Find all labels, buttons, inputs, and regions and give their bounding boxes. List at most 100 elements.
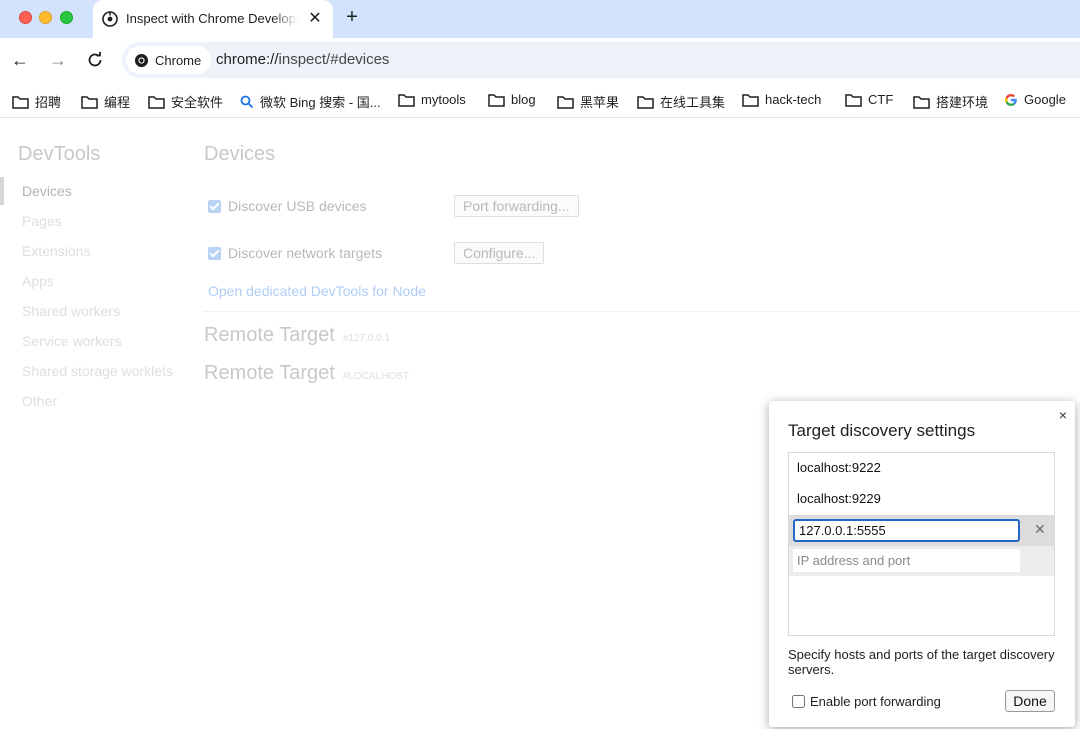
target-edit-row: ✕ (789, 515, 1054, 546)
done-button[interactable]: Done (1005, 690, 1055, 712)
sidebar-item-pages[interactable]: Pages (22, 213, 62, 229)
bookmark-item[interactable]: 编程 (81, 92, 130, 111)
tab-inspect[interactable]: Inspect with Chrome Developer Tools ✕ (93, 0, 333, 38)
bookmarks-bar: 招聘 编程 安全软件 微软 Bing 搜索 - 国... mytools blo… (0, 82, 1080, 118)
bookmark-label: 安全软件 (171, 95, 224, 110)
folder-icon (81, 95, 98, 109)
discover-usb-row[interactable]: Discover USB devices (208, 198, 367, 214)
target-list-item[interactable]: localhost:9229 (797, 491, 881, 506)
google-icon (1005, 93, 1017, 106)
folder-icon (913, 95, 930, 109)
enable-port-forwarding-checkbox[interactable] (792, 695, 805, 708)
bookmark-item[interactable]: 招聘 (12, 92, 61, 111)
sidebar-active-indicator (0, 177, 4, 205)
bookmark-label: hack-tech (765, 92, 822, 107)
devtools-favicon-icon (102, 11, 118, 27)
section-divider (204, 311, 1080, 312)
remote-target-header: Remote Target #LOCALHOST (204, 362, 409, 385)
remote-target-name: Remote Target (204, 324, 335, 346)
sidebar-item-other[interactable]: Other (22, 393, 57, 409)
discover-network-checkbox[interactable] (208, 246, 221, 260)
window-close-button[interactable] (19, 11, 32, 24)
enable-port-forwarding-row[interactable]: Enable port forwarding (792, 694, 941, 709)
tab-close-icon[interactable]: ✕ (305, 9, 325, 29)
bookmark-label: Google (1024, 92, 1066, 107)
bookmark-label: 黑苹果 (580, 95, 620, 110)
bookmark-item[interactable]: Google (1004, 92, 1066, 107)
bookmark-item[interactable]: 安全软件 (148, 92, 223, 111)
dialog-help-text: Specify hosts and ports of the target di… (788, 647, 1055, 677)
sidebar-item-apps[interactable]: Apps (22, 273, 54, 289)
bookmark-item[interactable]: 搭建环境 (913, 92, 988, 111)
sidebar-item-shared-storage-worklets[interactable]: Shared storage worklets (22, 363, 173, 379)
chip-label: Chrome (155, 52, 202, 68)
folder-icon (637, 95, 654, 109)
folder-icon (148, 95, 165, 109)
new-target-input[interactable] (793, 549, 1020, 572)
enable-port-forwarding-label: Enable port forwarding (810, 694, 941, 709)
back-arrow-icon[interactable]: ← (10, 50, 30, 70)
forward-arrow-icon[interactable]: → (48, 50, 68, 70)
discover-network-row[interactable]: Discover network targets (208, 245, 382, 261)
target-list: localhost:9222 localhost:9229 ✕ (788, 452, 1055, 636)
sidebar-item-extensions[interactable]: Extensions (22, 243, 90, 259)
bookmark-label: blog (511, 92, 536, 107)
sidebar-item-service-workers[interactable]: Service workers (22, 333, 122, 349)
page-title: Devices (204, 143, 276, 165)
bookmark-item[interactable]: hack-tech (742, 92, 821, 107)
folder-icon (398, 93, 415, 107)
bookmark-item[interactable]: mytools (398, 92, 466, 107)
window-minimize-button[interactable] (39, 11, 52, 24)
browser-titlebar: Inspect with Chrome Developer Tools ✕ + (0, 0, 1080, 38)
target-discovery-dialog: × Target discovery settings localhost:92… (769, 401, 1075, 727)
bookmark-label: 招聘 (35, 95, 62, 110)
chrome-logo-icon (134, 53, 149, 67)
port-forwarding-button[interactable]: Port forwarding... (454, 195, 579, 217)
bookmark-item[interactable]: CTF (845, 92, 893, 107)
remote-target-host: #LOCALHOST (342, 371, 409, 382)
bookmark-label: CTF (868, 92, 894, 107)
discover-network-label: Discover network targets (228, 245, 383, 261)
bookmark-label: 编程 (104, 95, 131, 110)
discover-usb-checkbox[interactable] (208, 199, 221, 213)
sidebar-item-shared-workers[interactable]: Shared workers (22, 303, 120, 319)
url-path: inspect/#devices (278, 51, 390, 68)
bookmark-item[interactable]: 微软 Bing 搜索 - 国... (240, 92, 381, 111)
bookmark-label: mytools (421, 92, 466, 107)
site-info-chip[interactable]: Chrome (126, 46, 212, 74)
folder-icon (742, 93, 759, 107)
configure-button[interactable]: Configure... (454, 242, 545, 264)
window-maximize-button[interactable] (60, 11, 73, 24)
browser-toolbar: ← → Chrome chrome://inspect/#devices (0, 38, 1080, 82)
url-text[interactable]: chrome://inspect/#devices (216, 51, 389, 68)
open-node-devtools-link[interactable]: Open dedicated DevTools for Node (208, 283, 426, 299)
url-host: chrome:// (216, 51, 279, 68)
tab-title: Inspect with Chrome Developer Tools (126, 11, 298, 26)
bookmark-label: 在线工具集 (660, 95, 726, 110)
folder-icon (488, 93, 505, 107)
bookmark-label: 搭建环境 (936, 95, 989, 110)
sidebar-item-devices[interactable]: Devices (22, 183, 72, 199)
discover-usb-label: Discover USB devices (228, 198, 367, 214)
folder-icon (845, 93, 862, 107)
bookmark-label: 微软 Bing 搜索 - 国... (260, 95, 381, 110)
remote-target-header: Remote Target #127.0.0.1 (204, 324, 390, 347)
delete-target-icon[interactable]: ✕ (1034, 521, 1046, 538)
new-tab-button[interactable]: + (341, 6, 363, 28)
folder-icon (12, 95, 29, 109)
address-bar[interactable]: Chrome chrome://inspect/#devices (122, 42, 1080, 78)
reload-icon[interactable] (85, 50, 105, 70)
target-new-row (789, 546, 1054, 576)
bookmark-item[interactable]: 黑苹果 (557, 92, 619, 111)
dialog-close-icon[interactable]: × (1059, 407, 1067, 423)
remote-target-name: Remote Target (204, 362, 335, 384)
search-icon (240, 95, 254, 108)
bookmark-item[interactable]: 在线工具集 (637, 92, 725, 111)
dialog-title: Target discovery settings (788, 421, 976, 440)
target-edit-input[interactable] (793, 519, 1020, 542)
bookmark-item[interactable]: blog (488, 92, 536, 107)
sidebar-title: DevTools (18, 143, 101, 165)
target-list-item[interactable]: localhost:9222 (797, 460, 881, 475)
remote-target-host: #127.0.0.1 (342, 333, 391, 344)
folder-icon (557, 95, 574, 109)
